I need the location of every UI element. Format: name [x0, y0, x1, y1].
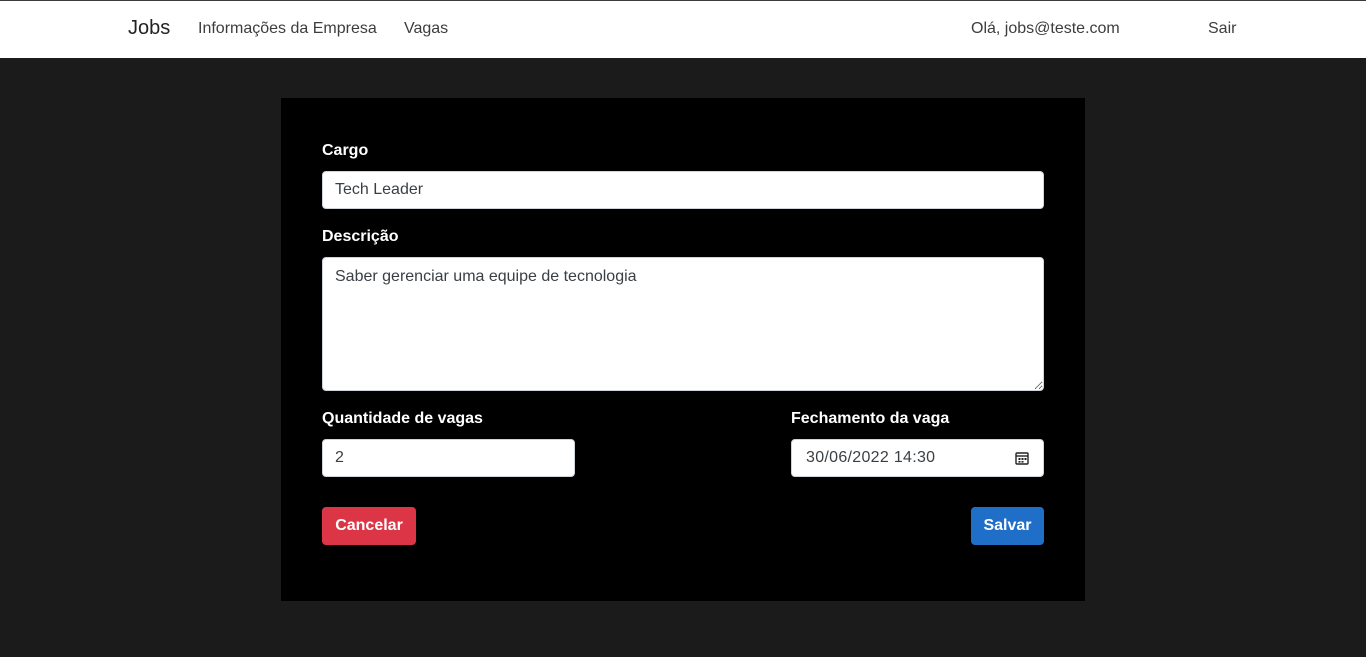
- quantidade-input[interactable]: [322, 439, 575, 477]
- fechamento-value: 30/06/2022 14:30: [806, 449, 936, 466]
- job-form-card: Cargo Descrição Saber gerenciar uma equi…: [281, 98, 1085, 601]
- descricao-label: Descrição: [322, 228, 399, 245]
- fechamento-datetime-input[interactable]: 30/06/2022 14:30: [791, 439, 1044, 477]
- quantidade-label: Quantidade de vagas: [322, 410, 483, 427]
- save-button[interactable]: Salvar: [971, 507, 1044, 545]
- fechamento-label: Fechamento da vaga: [791, 410, 950, 427]
- user-greeting: Olá, jobs@teste.com: [971, 20, 1120, 37]
- logout-link[interactable]: Sair: [1208, 20, 1236, 38]
- nav-link-empresa[interactable]: Informações da Empresa: [198, 20, 377, 38]
- calendar-icon[interactable]: [1015, 451, 1029, 465]
- nav-link-vagas[interactable]: Vagas: [404, 20, 448, 38]
- cargo-label: Cargo: [322, 142, 369, 159]
- cancel-button[interactable]: Cancelar: [322, 507, 416, 545]
- top-navbar: Jobs Informações da Empresa Vagas Olá, j…: [0, 0, 1366, 58]
- cargo-input[interactable]: [322, 171, 1044, 209]
- descricao-textarea[interactable]: Saber gerenciar uma equipe de tecnologia: [322, 257, 1044, 391]
- brand-link[interactable]: Jobs: [128, 17, 170, 40]
